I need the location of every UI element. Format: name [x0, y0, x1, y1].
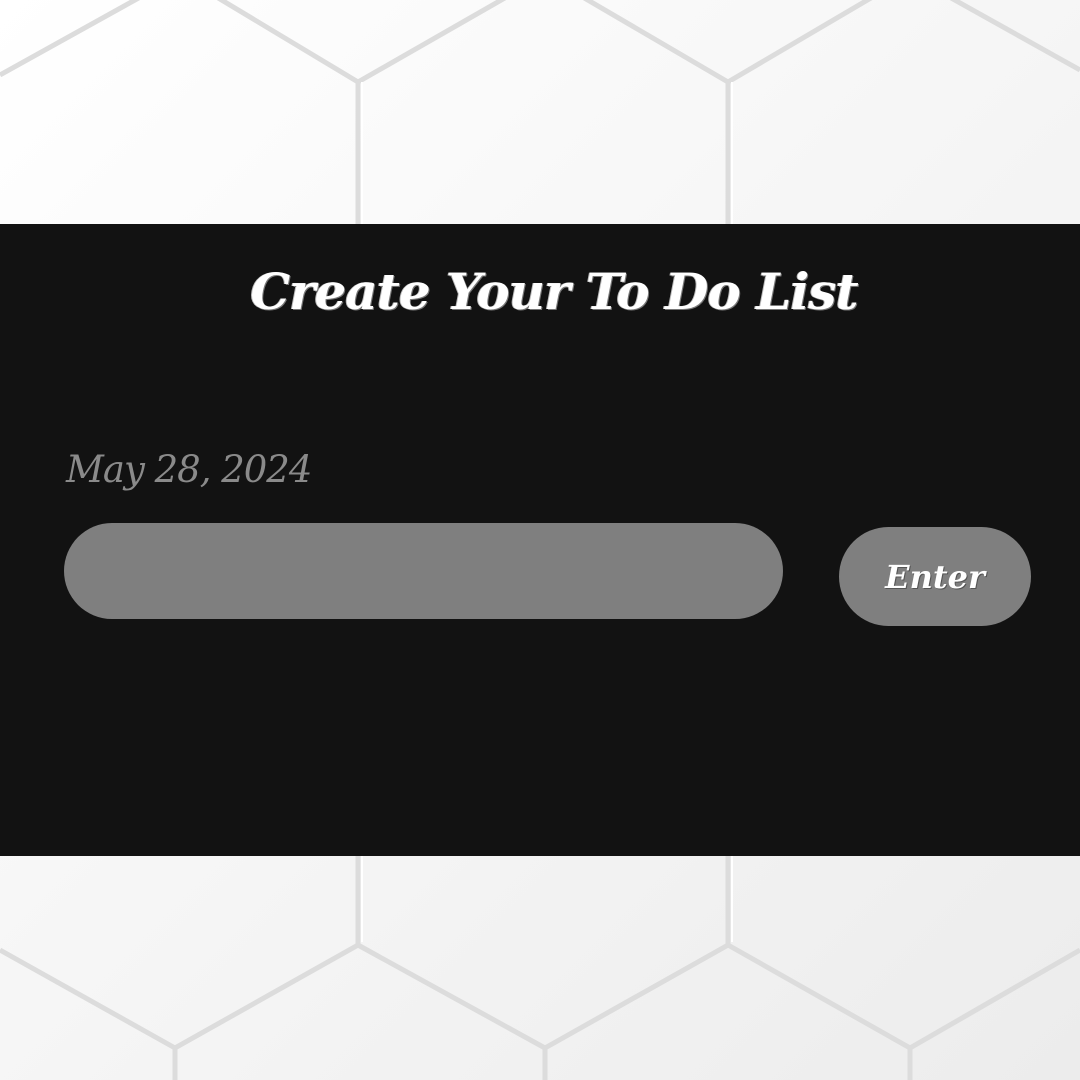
page-title: Create Your To Do List	[250, 262, 858, 321]
task-input[interactable]	[64, 523, 783, 619]
enter-button[interactable]: Enter	[839, 527, 1031, 626]
current-date: May 28, 2024	[66, 448, 312, 491]
